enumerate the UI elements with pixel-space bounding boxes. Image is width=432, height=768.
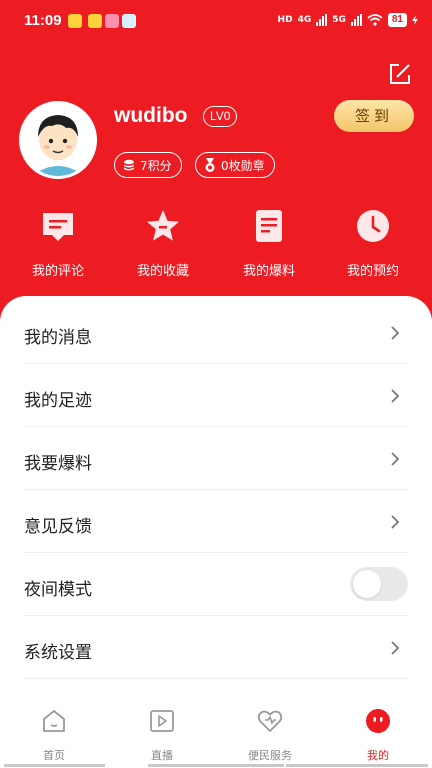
medal-badge[interactable]: 0枚勋章	[195, 152, 275, 178]
medal-icon	[205, 158, 215, 172]
points-label: 7积分	[140, 158, 172, 173]
chevron-right-icon	[391, 641, 400, 655]
menu-item-label: 我的消息	[24, 328, 92, 348]
signal-icon	[350, 14, 362, 26]
play-icon	[150, 710, 174, 732]
status-time: 11:09	[24, 12, 62, 29]
quick-action-favorites[interactable]: 我的收藏	[109, 208, 217, 280]
menu-item-label: 夜间模式	[24, 580, 92, 600]
quick-action-comments[interactable]: 我的评论	[4, 208, 112, 280]
tab-label: 便民服务	[248, 749, 292, 762]
star-icon	[147, 210, 179, 241]
status-bar: 11:09 HD 4G 5G 81	[0, 0, 432, 42]
menu-item-feedback[interactable]: 意见反馈	[24, 490, 408, 553]
clock-icon	[357, 210, 389, 242]
signal-icon	[316, 14, 328, 26]
night-mode-toggle[interactable]	[350, 567, 408, 601]
menu-item-night-mode: 夜间模式	[24, 553, 408, 616]
menu-card: 我的消息 我的足迹 我要爆料 意见反馈 夜间模式 系统设置	[0, 296, 432, 700]
chevron-right-icon	[391, 389, 400, 403]
tab-label: 直播	[151, 749, 173, 762]
menu-item-label: 我要爆料	[24, 454, 92, 474]
menu-item-settings[interactable]: 系统设置	[24, 616, 408, 679]
signal-label: 4G	[297, 15, 312, 25]
level-badge: LV0	[203, 106, 238, 127]
chevron-right-icon	[391, 452, 400, 466]
network-label: HD	[277, 15, 293, 25]
gesture-bar	[148, 764, 284, 767]
medals-label: 0枚勋章	[221, 158, 265, 173]
avatar[interactable]	[19, 101, 97, 179]
heart-icon	[257, 710, 283, 732]
tab-label: 我的	[367, 749, 389, 762]
avatar-illustration	[22, 104, 94, 176]
coins-icon	[124, 159, 134, 171]
battery-indicator: 81	[387, 13, 407, 27]
menu-item-label: 我的足迹	[24, 391, 92, 411]
notification-icon	[105, 14, 119, 28]
quick-action-label: 我的预约	[346, 264, 399, 279]
signal-label: 5G	[332, 15, 346, 25]
chevron-right-icon	[391, 326, 400, 340]
menu-item-history[interactable]: 我的足迹	[24, 364, 408, 427]
menu-item-label: 意见反馈	[24, 517, 92, 537]
tab-profile[interactable]: 我的	[324, 708, 432, 764]
quick-action-reservations[interactable]: 我的预约	[319, 208, 427, 280]
menu-item-submit-report[interactable]: 我要爆料	[24, 427, 408, 490]
toggle-knob	[353, 570, 381, 598]
edit-icon[interactable]	[388, 62, 412, 86]
tab-home[interactable]: 首页	[0, 708, 108, 764]
signin-button[interactable]: 签到	[334, 100, 414, 132]
tab-live[interactable]: 直播	[108, 708, 216, 764]
notification-icon	[122, 14, 136, 28]
menu-item-label: 系统设置	[24, 643, 92, 663]
charging-icon	[412, 15, 418, 25]
tab-label: 首页	[43, 749, 65, 762]
home-icon	[43, 710, 65, 732]
gesture-bar	[4, 764, 105, 767]
chevron-right-icon	[391, 515, 400, 529]
comment-icon	[43, 213, 73, 241]
menu-item-messages[interactable]: 我的消息	[24, 301, 408, 364]
quick-action-reports[interactable]: 我的爆料	[215, 208, 323, 280]
document-icon	[256, 210, 282, 242]
tab-services[interactable]: 便民服务	[216, 708, 324, 764]
quick-action-label: 我的爆料	[242, 264, 295, 279]
quick-action-label: 我的收藏	[136, 264, 189, 279]
notification-icon	[88, 14, 102, 28]
quick-action-label: 我的评论	[31, 264, 84, 279]
bottom-tab-bar: 首页 直播 便民服务 我的	[0, 700, 432, 768]
notification-icon	[68, 14, 82, 28]
username: wudibo	[114, 104, 188, 127]
profile-face-icon	[366, 709, 390, 733]
status-indicators: HD 4G 5G 81	[278, 13, 418, 27]
wifi-icon	[367, 14, 383, 26]
gesture-bar	[286, 764, 428, 767]
points-badge[interactable]: 7积分	[114, 152, 182, 178]
